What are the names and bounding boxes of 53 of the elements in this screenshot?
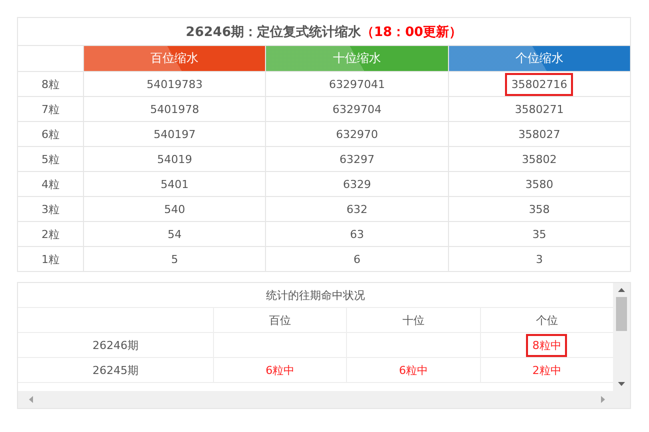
table-cell-text: 358 xyxy=(528,202,551,218)
table-cell-text: 63 xyxy=(348,226,365,242)
table-cell-text: 6 xyxy=(352,252,362,268)
row-label: 2粒 xyxy=(42,226,60,242)
column-header: 个位缩水 xyxy=(448,46,630,71)
table-cell-text: 35802 xyxy=(520,152,558,168)
vertical-scrollbar[interactable] xyxy=(613,283,630,391)
table-cell-text: 3580271 xyxy=(514,102,565,118)
table-cell-text: 632970 xyxy=(334,126,379,142)
table-cell-text: 6329704 xyxy=(331,102,382,118)
row-label: 26246期 xyxy=(92,338,138,352)
table-cell-text: 54 xyxy=(166,226,183,242)
column-header: 个位 xyxy=(536,312,558,328)
table-cell-text: 540 xyxy=(163,202,186,218)
table-cell-text: 6329 xyxy=(342,176,372,192)
table-cell: 35802716 xyxy=(505,72,574,96)
scroll-down-icon[interactable] xyxy=(618,382,625,386)
table-cell: 8粒中 xyxy=(526,334,568,356)
table-cell-text: 63297 xyxy=(338,152,376,168)
row-label: 5粒 xyxy=(42,152,60,166)
scroll-left-icon[interactable] xyxy=(29,396,33,403)
row-label: 8粒 xyxy=(42,76,60,92)
table-cell-text: 632 xyxy=(345,202,368,218)
table-cell-text: 358027 xyxy=(517,126,562,142)
column-header: 十位缩水 xyxy=(266,46,449,71)
table-cell-text: 54019783 xyxy=(146,76,204,92)
table-cell-text: 35 xyxy=(531,226,548,242)
table-cell-text: 3580 xyxy=(524,176,554,192)
table-cell-text: 540197 xyxy=(152,126,197,142)
column-header: 百位缩水 xyxy=(84,46,266,71)
column-header: 百位 xyxy=(269,312,292,328)
scroll-right-icon[interactable] xyxy=(601,396,605,403)
table-cell-text: 5 xyxy=(170,252,180,268)
column-header: 十位 xyxy=(402,312,424,328)
horizontal-scrollbar[interactable] xyxy=(18,391,630,408)
table-cell-text: 5401978 xyxy=(149,102,200,118)
panel-title: 统计的往期命中状况 xyxy=(266,288,365,302)
row-label: 6粒 xyxy=(42,126,60,142)
table-title: 26246期：定位复式统计缩水（18：00更新） xyxy=(186,24,462,40)
table-cell-text: 63297041 xyxy=(328,76,386,92)
table-cell-text: 6粒中 xyxy=(264,362,296,378)
scrollbar-thumb[interactable] xyxy=(616,297,627,331)
table-cell-text: 6粒中 xyxy=(398,362,429,378)
scroll-up-icon[interactable] xyxy=(618,288,625,292)
row-label: 26245期 xyxy=(92,362,138,378)
row-label: 7粒 xyxy=(42,102,60,116)
table-cell-text: 5401 xyxy=(160,176,190,192)
table-cell-text: 54019 xyxy=(156,152,194,168)
row-label: 1粒 xyxy=(42,252,60,266)
row-label: 3粒 xyxy=(42,202,60,216)
row-label: 4粒 xyxy=(42,176,60,192)
table-cell-text: 2粒中 xyxy=(531,362,562,378)
table-cell-text: 3 xyxy=(534,252,544,268)
